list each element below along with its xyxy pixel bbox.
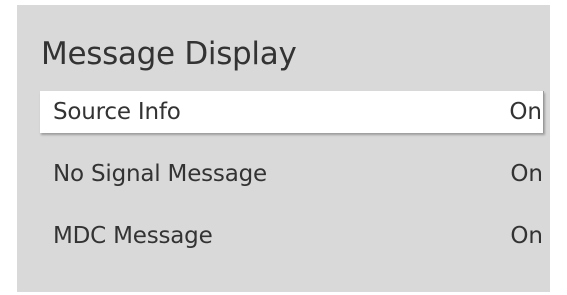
menu-item-label: No Signal Message (53, 161, 267, 187)
menu-item-value: On (510, 161, 543, 187)
menu-title: Message Display (41, 36, 297, 72)
menu-item-value: On (510, 223, 543, 249)
menu-item-label: MDC Message (53, 223, 213, 249)
menu-item-value: On (509, 99, 542, 125)
settings-list: Source Info On No Signal Message On MDC … (40, 91, 544, 277)
menu-item-label: Source Info (53, 99, 181, 125)
menu-item-source-info[interactable]: Source Info On (40, 91, 544, 133)
menu-item-no-signal-message[interactable]: No Signal Message On (40, 153, 544, 195)
menu-item-mdc-message[interactable]: MDC Message On (40, 215, 544, 257)
message-display-panel: Message Display Source Info On No Signal… (17, 5, 550, 292)
